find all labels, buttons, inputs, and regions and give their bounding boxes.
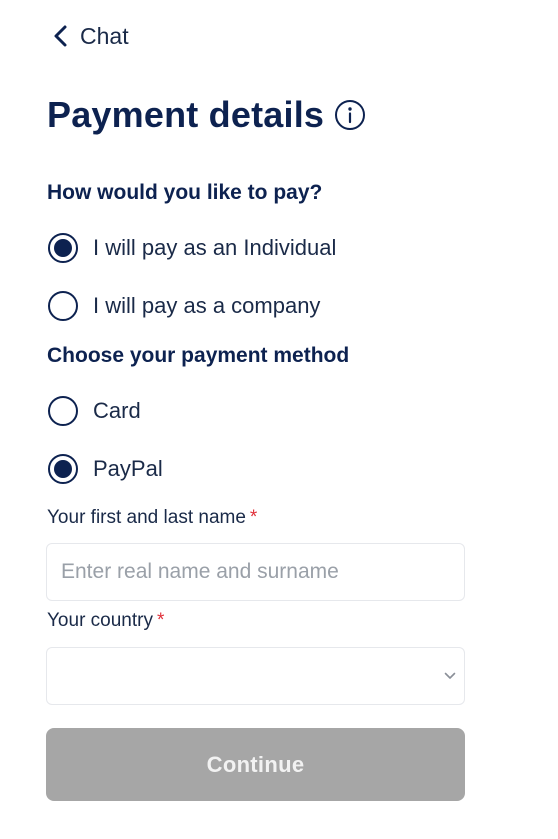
radio-pay-individual[interactable]: I will pay as an Individual <box>48 232 336 264</box>
radio-button[interactable] <box>48 291 78 321</box>
page-title: Payment details <box>47 94 325 135</box>
country-label-text: Your country <box>47 610 153 631</box>
radio-button-selected[interactable] <box>48 233 78 263</box>
radio-label: Card <box>93 398 141 423</box>
name-field-label: Your first and last name * <box>47 507 257 529</box>
info-icon[interactable] <box>334 99 366 131</box>
name-label-text: Your first and last name <box>47 507 246 528</box>
payer-type-question: How would you like to pay? <box>47 181 323 204</box>
radio-button[interactable] <box>48 396 78 426</box>
country-field-label: Your country * <box>47 610 164 632</box>
payment-method-question: Choose your payment method <box>47 344 350 367</box>
radio-label: PayPal <box>93 456 163 481</box>
payment-details-page: Chat Payment details How would you like … <box>0 0 558 839</box>
required-asterisk: * <box>156 610 165 631</box>
radio-button-selected[interactable] <box>48 454 78 484</box>
back-label: Chat <box>80 22 129 49</box>
radio-method-paypal[interactable]: PayPal <box>48 453 163 485</box>
radio-method-card[interactable]: Card <box>48 395 141 427</box>
radio-dot <box>54 460 72 478</box>
country-select[interactable] <box>46 647 465 705</box>
radio-pay-company[interactable]: I will pay as a company <box>48 290 320 322</box>
page-header: Payment details <box>47 94 366 136</box>
radio-label: I will pay as a company <box>93 293 321 318</box>
radio-label: I will pay as an Individual <box>93 235 337 260</box>
name-input[interactable] <box>46 543 465 601</box>
chevron-left-icon <box>52 20 74 52</box>
chevron-down-icon <box>442 668 458 684</box>
radio-dot <box>54 239 72 257</box>
back-to-chat-link[interactable]: Chat <box>52 20 129 52</box>
required-asterisk: * <box>249 507 258 528</box>
continue-button[interactable]: Continue <box>46 728 465 801</box>
